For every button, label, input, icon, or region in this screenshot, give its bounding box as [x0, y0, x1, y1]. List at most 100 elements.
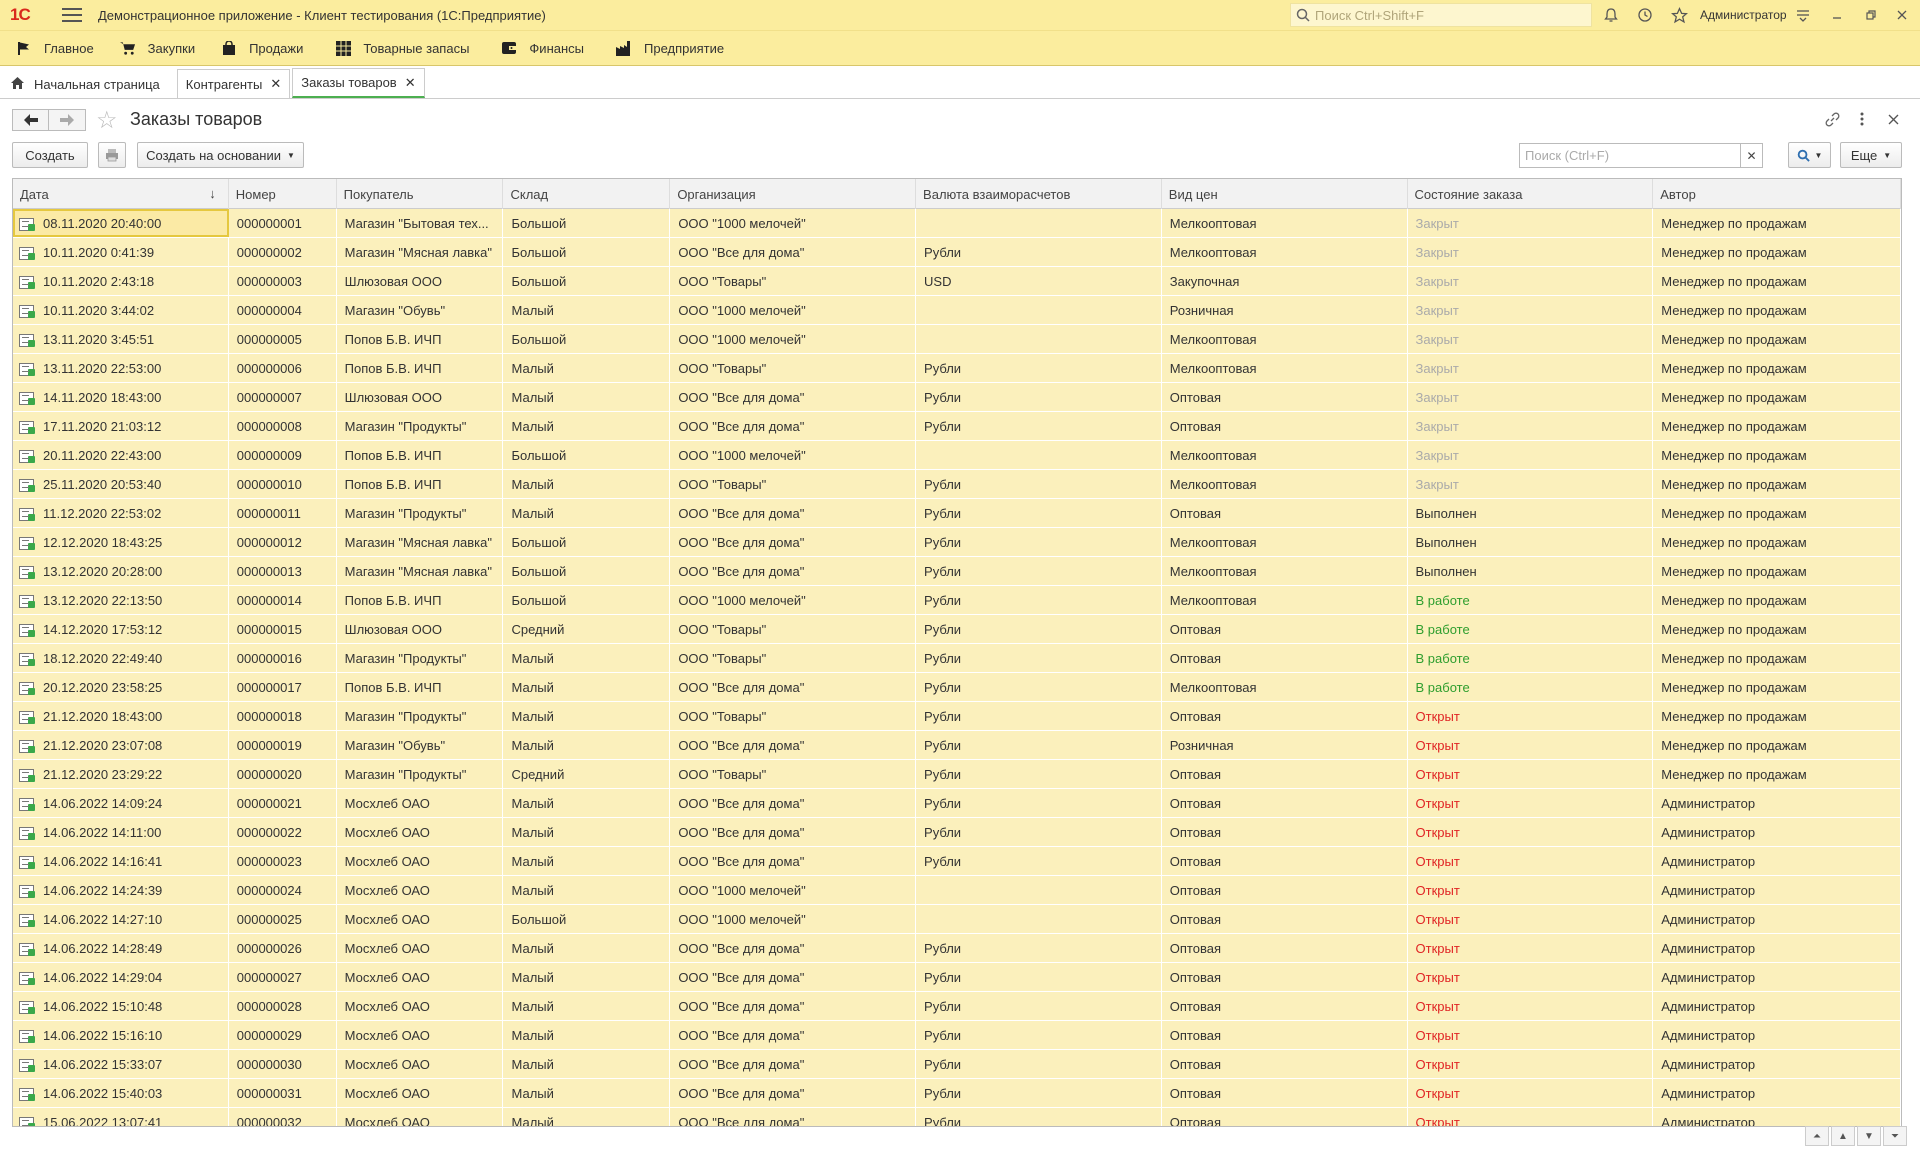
cell-order-status[interactable]: Закрыт — [1408, 325, 1654, 353]
cell-author[interactable]: Менеджер по продажам — [1653, 615, 1901, 643]
create-button[interactable]: Создать — [12, 142, 88, 168]
cell-number[interactable]: 000000026 — [229, 934, 337, 962]
cell-buyer[interactable]: Мосхлеб ОАО — [337, 789, 504, 817]
cell-organization[interactable]: ООО "1000 мелочей" — [670, 586, 917, 614]
cell-buyer[interactable]: Магазин "Продукты" — [337, 412, 504, 440]
cell-order-status[interactable]: Открыт — [1408, 1050, 1654, 1078]
cell-author[interactable]: Администратор — [1653, 876, 1901, 904]
cell-buyer[interactable]: Мосхлеб ОАО — [337, 1079, 504, 1107]
cell-author[interactable]: Менеджер по продажам — [1653, 383, 1901, 411]
section-main[interactable]: Главное — [16, 40, 94, 56]
cell-buyer[interactable]: Мосхлеб ОАО — [337, 905, 504, 933]
cell-number[interactable]: 000000014 — [229, 586, 337, 614]
cell-currency[interactable]: Рубли — [916, 760, 1162, 788]
cell-author[interactable]: Менеджер по продажам — [1653, 412, 1901, 440]
cell-number[interactable]: 000000030 — [229, 1050, 337, 1078]
cell-price-type[interactable]: Оптовая — [1162, 615, 1408, 643]
cell-currency[interactable]: Рубли — [916, 615, 1162, 643]
cell-author[interactable]: Менеджер по продажам — [1653, 325, 1901, 353]
cell-date[interactable]: 20.12.2020 23:58:25 — [13, 673, 229, 701]
cell-organization[interactable]: ООО "Все для дома" — [670, 499, 917, 527]
cell-order-status[interactable]: Закрыт — [1408, 209, 1654, 237]
cell-price-type[interactable]: Мелкооптовая — [1162, 325, 1408, 353]
cell-number[interactable]: 000000013 — [229, 557, 337, 585]
cell-order-status[interactable]: Открыт — [1408, 963, 1654, 991]
table-row[interactable]: 14.06.2022 14:28:49 000000026 Мосхлеб ОАО М… — [13, 934, 1901, 963]
cell-buyer[interactable]: Магазин "Обувь" — [337, 296, 504, 324]
cell-organization[interactable]: ООО "Товары" — [670, 644, 917, 672]
cell-date[interactable]: 10.11.2020 0:41:39 — [13, 238, 229, 266]
cell-number[interactable]: 000000016 — [229, 644, 337, 672]
table-row[interactable]: 13.11.2020 22:53:00 000000006 Попов Б.В. И… — [13, 354, 1901, 383]
cell-currency[interactable]: Рубли — [916, 354, 1162, 382]
cell-price-type[interactable]: Закупочная — [1162, 267, 1408, 295]
cell-date[interactable]: 14.11.2020 18:43:00 — [13, 383, 229, 411]
favorites-star-icon[interactable] — [1669, 5, 1689, 25]
cell-buyer[interactable]: Магазин "Продукты" — [337, 499, 504, 527]
cell-currency[interactable]: Рубли — [916, 963, 1162, 991]
cell-buyer[interactable]: Магазин "Обувь" — [337, 731, 504, 759]
close-icon[interactable]: ✕ — [270, 76, 281, 92]
cell-currency[interactable]: USD — [916, 267, 1162, 295]
cell-price-type[interactable]: Оптовая — [1162, 1108, 1408, 1126]
cell-date[interactable]: 14.06.2022 15:10:48 — [13, 992, 229, 1020]
table-row[interactable]: 14.12.2020 17:53:12 000000015 Шлюзовая ООО… — [13, 615, 1901, 644]
cell-order-status[interactable]: Выполнен — [1408, 499, 1654, 527]
cell-warehouse[interactable]: Большой — [503, 209, 671, 237]
cell-order-status[interactable]: Закрыт — [1408, 296, 1654, 324]
cell-number[interactable]: 000000028 — [229, 992, 337, 1020]
cell-warehouse[interactable]: Малый — [503, 789, 671, 817]
table-row[interactable]: 14.11.2020 18:43:00 000000007 Шлюзовая ООО… — [13, 383, 1901, 412]
cell-price-type[interactable]: Мелкооптовая — [1162, 209, 1408, 237]
cell-number[interactable]: 000000001 — [229, 209, 337, 237]
table-row[interactable]: 14.06.2022 15:10:48 000000028 Мосхлеб ОАО М… — [13, 992, 1901, 1021]
cell-price-type[interactable]: Мелкооптовая — [1162, 673, 1408, 701]
cell-buyer[interactable]: Попов Б.В. ИЧП — [337, 325, 504, 353]
cell-buyer[interactable]: Мосхлеб ОАО — [337, 963, 504, 991]
cell-author[interactable]: Администратор — [1653, 905, 1901, 933]
cell-order-status[interactable]: Закрыт — [1408, 412, 1654, 440]
table-row[interactable]: 12.12.2020 18:43:25 000000012 Магазин "Мяс… — [13, 528, 1901, 557]
cell-order-status[interactable]: Открыт — [1408, 818, 1654, 846]
column-header-order-status[interactable]: Состояние заказа — [1408, 179, 1654, 209]
cell-number[interactable]: 000000019 — [229, 731, 337, 759]
cell-organization[interactable]: ООО "Все для дома" — [670, 1050, 917, 1078]
column-header-date[interactable]: Дата ↓ — [13, 179, 229, 209]
cell-currency[interactable]: Рубли — [916, 1108, 1162, 1126]
cell-warehouse[interactable]: Большой — [503, 557, 671, 585]
cell-warehouse[interactable]: Малый — [503, 470, 671, 498]
back-arrow-icon[interactable] — [12, 109, 49, 131]
tab-home[interactable]: Начальная страница — [2, 69, 169, 98]
cell-date[interactable]: 10.11.2020 3:44:02 — [13, 296, 229, 324]
cell-currency[interactable] — [916, 441, 1162, 469]
cell-warehouse[interactable]: Малый — [503, 702, 671, 730]
cell-order-status[interactable]: Открыт — [1408, 847, 1654, 875]
cell-number[interactable]: 000000029 — [229, 1021, 337, 1049]
cell-warehouse[interactable]: Малый — [503, 354, 671, 382]
cell-order-status[interactable]: Открыт — [1408, 789, 1654, 817]
cell-number[interactable]: 000000025 — [229, 905, 337, 933]
cell-author[interactable]: Администратор — [1653, 818, 1901, 846]
column-header-author[interactable]: Автор — [1653, 179, 1901, 209]
cell-author[interactable]: Администратор — [1653, 1108, 1901, 1126]
cell-warehouse[interactable]: Малый — [503, 644, 671, 672]
table-row[interactable]: 20.11.2020 22:43:00 000000009 Попов Б.В. И… — [13, 441, 1901, 470]
cell-currency[interactable]: Рубли — [916, 412, 1162, 440]
cell-author[interactable]: Менеджер по продажам — [1653, 586, 1901, 614]
cell-author[interactable]: Администратор — [1653, 789, 1901, 817]
cell-buyer[interactable]: Попов Б.В. ИЧП — [337, 470, 504, 498]
section-purchases[interactable]: Закупки — [119, 40, 195, 56]
table-row[interactable]: 21.12.2020 23:29:22 000000020 Магазин "Про… — [13, 760, 1901, 789]
cell-organization[interactable]: ООО "Все для дома" — [670, 963, 917, 991]
table-row[interactable]: 14.06.2022 14:24:39 000000024 Мосхлеб ОАО М… — [13, 876, 1901, 905]
cell-number[interactable]: 000000011 — [229, 499, 337, 527]
cell-organization[interactable]: ООО "Все для дома" — [670, 673, 917, 701]
cell-date[interactable]: 15.06.2022 13:07:41 — [13, 1108, 229, 1126]
cell-order-status[interactable]: Закрыт — [1408, 238, 1654, 266]
history-icon[interactable] — [1635, 5, 1655, 25]
cell-currency[interactable]: Рубли — [916, 934, 1162, 962]
cell-date[interactable]: 14.06.2022 15:40:03 — [13, 1079, 229, 1107]
cell-buyer[interactable]: Попов Б.В. ИЧП — [337, 441, 504, 469]
cell-buyer[interactable]: Попов Б.В. ИЧП — [337, 586, 504, 614]
cell-currency[interactable]: Рубли — [916, 1079, 1162, 1107]
